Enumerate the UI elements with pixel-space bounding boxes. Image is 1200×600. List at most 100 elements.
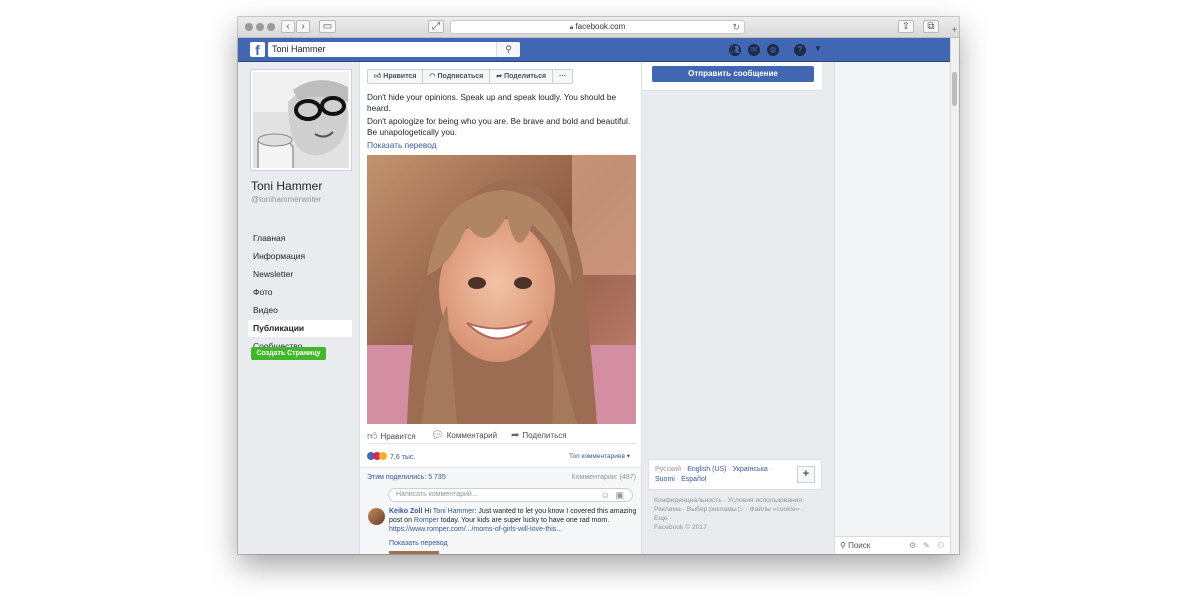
language-current: Русский	[655, 466, 681, 473]
language-finnish[interactable]: Suomi	[655, 476, 675, 483]
footer-privacy-link[interactable]: Конфиденциальность	[654, 497, 722, 504]
commenter-avatar[interactable]	[368, 508, 385, 525]
comment-author[interactable]: Keiko Zoll	[389, 508, 422, 515]
send-message-bar: Отправить сообщение	[642, 62, 822, 91]
footer-more-link[interactable]: Еще	[654, 515, 668, 522]
comments-section: Написать комментарий... ☺ ▣ Keiko Zoll H…	[360, 483, 641, 554]
nav-item-videos[interactable]: Видео	[248, 302, 352, 319]
reload-icon[interactable]: ↻	[732, 21, 740, 33]
page-follow-button[interactable]: ◠ Подписаться	[423, 70, 491, 83]
language-spanish[interactable]: Español	[681, 476, 706, 483]
footer-copyright: Facebook © 2017	[654, 524, 707, 531]
language-ukrainian[interactable]: Українська	[733, 466, 768, 473]
footer-cookies-link[interactable]: Файлы «cookie»	[750, 506, 800, 513]
profile-photo-image	[253, 72, 349, 168]
create-page-button[interactable]: Создать Страницу	[251, 347, 326, 360]
post-text-line-2: Don't apologize for being who you are. B…	[367, 116, 631, 137]
shares-count-link[interactable]: Этим поделились: 5 735	[367, 474, 446, 481]
comment-see-translation-link[interactable]: Показать перевод	[389, 540, 448, 547]
minimize-window-button[interactable]	[256, 23, 264, 31]
tabs-overview-button[interactable]: ⧉	[923, 20, 939, 33]
page-handle[interactable]: @tonihammerwriter	[251, 195, 321, 204]
back-button[interactable]: ‹	[281, 20, 295, 33]
more-languages-button[interactable]: +	[797, 466, 815, 483]
friends-icon[interactable]: 👥︎	[729, 44, 741, 56]
nav-item-about[interactable]: Информация	[248, 248, 352, 265]
search-icon[interactable]: ⚲	[496, 42, 520, 57]
nav-item-newsletter[interactable]: Newsletter	[248, 266, 352, 283]
search-icon: ⚲	[840, 541, 849, 550]
reactions-summary[interactable]: 7,6 тыс.	[367, 452, 415, 461]
post-column: 👍︎ Нравится ◠ Подписаться ➦ Поделиться ·…	[359, 62, 642, 554]
globe-icon[interactable]: ◍	[767, 44, 779, 56]
caret-down-icon[interactable]: ▼	[814, 44, 822, 53]
url-text: facebook.com	[575, 22, 626, 31]
nav-item-home[interactable]: Главная	[248, 230, 352, 247]
comments-count: Комментарии: (487)	[571, 474, 636, 481]
comment-romper-link[interactable]: Romper	[414, 517, 439, 524]
footer-terms-link[interactable]: Условия использования	[728, 497, 802, 504]
page-share-button[interactable]: ➦ Поделиться	[490, 70, 554, 83]
help-icon[interactable]: ?	[794, 44, 806, 56]
nav-item-posts[interactable]: Публикации	[248, 320, 352, 337]
comment-body: Keiko Zoll Hi Toni Hammer: Just wanted t…	[389, 508, 637, 533]
send-message-button[interactable]: Отправить сообщение	[652, 66, 814, 82]
close-window-button[interactable]	[245, 23, 253, 31]
sticker-icon[interactable]: ▣	[615, 489, 624, 501]
emoji-icon[interactable]: ☺	[601, 489, 610, 501]
forward-button[interactable]: ›	[296, 20, 310, 33]
lock-icon: 🔒︎	[569, 24, 574, 31]
post-photo-image	[367, 155, 636, 424]
add-friends-icon[interactable]: ⚇	[937, 537, 944, 554]
see-translation-link[interactable]: Показать перевод	[367, 140, 437, 150]
page-name[interactable]: Toni Hammer	[251, 179, 322, 193]
facebook-logo-icon[interactable]: f	[250, 42, 265, 57]
post-like-button[interactable]: 👍︎ Нравится	[367, 430, 416, 442]
top-comments-dropdown[interactable]: Топ комментариев ▾	[569, 452, 630, 460]
share-count-row: Этим поделились: 5 735 Комментарии: (487…	[360, 467, 641, 483]
browser-window: ‹ › ▭ ⤢ 🔒︎ facebook.com ↻ ⇪ ⧉ + f Toni Ha…	[238, 17, 959, 554]
wow-reaction-icon	[379, 452, 387, 460]
post-comment-button[interactable]: 💬︎ Комментарий	[431, 430, 497, 441]
chat-search-input[interactable]: ⚲ Поиск ⚙ ✎ ⚇	[834, 536, 950, 554]
profile-picture[interactable]	[251, 70, 351, 170]
new-tab-button[interactable]: +	[950, 25, 959, 37]
messenger-icon[interactable]: ✉	[748, 44, 760, 56]
language-list: Русский · English (US) · Українська · Su…	[655, 466, 773, 483]
comment-bubble-icon: 💬︎	[431, 430, 444, 441]
comment-input[interactable]: Написать комментарий... ☺ ▣	[388, 488, 633, 502]
post-share-button[interactable]: ➦ Поделиться	[511, 430, 567, 441]
footer-adchoices-link[interactable]: Выбор рекламы	[687, 506, 737, 513]
scrollbar-thumb[interactable]	[952, 72, 957, 106]
facebook-topbar: f Toni Hammer ⚲ 👥︎ ✉ ◍ ? ▼	[238, 38, 950, 62]
post-text-line-1: Don't hide your opinions. Speak up and s…	[367, 92, 617, 113]
footer-links: Конфиденциальность · Условия использован…	[654, 497, 807, 531]
post-photo[interactable]	[367, 155, 636, 424]
browser-toolbar: ‹ › ▭ ⤢ 🔒︎ facebook.com ↻ ⇪ ⧉	[238, 17, 959, 38]
page-like-button[interactable]: 👍︎ Нравится	[368, 70, 424, 83]
comment-url-link[interactable]: https://www.romper.com/.../moms-of-girls…	[389, 526, 562, 533]
page-action-bar: 👍︎ Нравится ◠ Подписаться ➦ Поделиться ·…	[367, 69, 574, 84]
reader-icon[interactable]: ⤢	[428, 20, 444, 33]
more-options-button[interactable]: ···	[553, 70, 572, 83]
gear-icon[interactable]: ⚙	[909, 537, 916, 554]
comment-mention[interactable]: Toni Hammer	[433, 508, 475, 515]
post-reaction-bar: 👍︎ Нравится 💬︎ Комментарий ➦ Поделиться	[367, 428, 637, 444]
language-english[interactable]: English (US)	[687, 466, 726, 473]
zoom-window-button[interactable]	[267, 23, 275, 31]
thumbs-up-icon: 👍︎	[367, 431, 378, 442]
adchoices-icon: ▷	[738, 506, 744, 513]
share-page-button[interactable]: ⇪	[898, 20, 914, 33]
scrollbar-track[interactable]	[950, 38, 959, 554]
comment-attachment-thumbnail[interactable]	[389, 551, 439, 554]
thumbs-up-icon: 👍︎	[374, 73, 384, 80]
caret-down-icon: ▾	[626, 453, 630, 460]
compose-icon[interactable]: ✎	[923, 537, 930, 554]
nav-item-photos[interactable]: Фото	[248, 284, 352, 301]
language-box: Русский · English (US) · Українська · Su…	[648, 459, 822, 490]
share-arrow-icon: ➦	[511, 430, 520, 441]
footer-ads-link[interactable]: Реклама	[654, 506, 681, 513]
search-input[interactable]: Toni Hammer	[268, 42, 520, 57]
sidebar-toggle-button[interactable]: ▭	[319, 20, 336, 33]
address-bar[interactable]: 🔒︎ facebook.com ↻	[450, 20, 745, 34]
